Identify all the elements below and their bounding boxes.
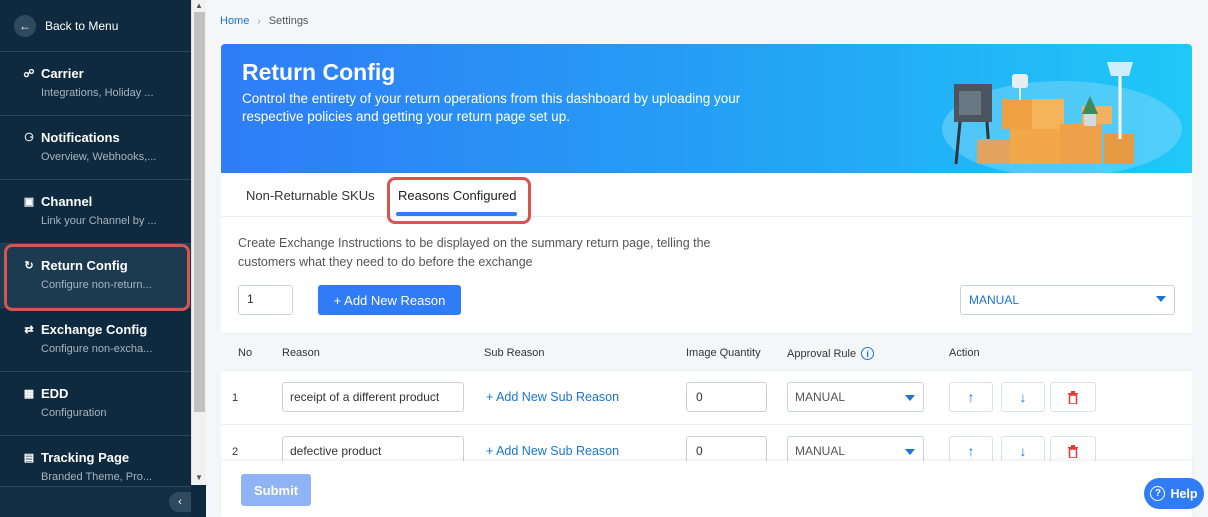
- arrow-down-icon: ↓: [1019, 443, 1027, 459]
- question-icon: ?: [1150, 486, 1166, 501]
- scrollbar-thumb[interactable]: [194, 12, 205, 412]
- sidebar-scrollbar[interactable]: ▲ ▼: [191, 0, 206, 485]
- main-content: Home › Settings Return Config Control th…: [206, 0, 1208, 517]
- arrow-down-icon: ↓: [1019, 389, 1027, 405]
- boxes-illustration: [942, 62, 1182, 173]
- arrow-left-icon: ←: [14, 14, 36, 37]
- approval-rule-value: MANUAL: [969, 293, 1020, 307]
- sidebar-item-exchange-config[interactable]: ⇄ Exchange Config Configure non-excha...: [0, 308, 191, 372]
- sidebar-item-subtitle: Integrations, Holiday ...: [41, 87, 154, 99]
- scroll-down-icon[interactable]: ▼: [195, 473, 203, 482]
- column-header-sub-reason: Sub Reason: [484, 347, 545, 359]
- carrier-icon: ☍: [23, 68, 35, 80]
- column-header-reason: Reason: [282, 347, 320, 359]
- sidebar-item-channel[interactable]: ▣ Channel Link your Channel by ...: [0, 180, 191, 244]
- reason-input[interactable]: receipt of a different product: [282, 382, 464, 412]
- sidebar-item-subtitle: Overview, Webhooks,...: [41, 151, 157, 163]
- move-up-button[interactable]: ↑: [949, 382, 993, 412]
- sidebar-item-edd[interactable]: ▦ EDD Configuration: [0, 372, 191, 436]
- collapse-sidebar-button[interactable]: ‹: [169, 492, 191, 512]
- back-to-menu-label: Back to Menu: [45, 18, 119, 33]
- caret-down-icon: [1156, 296, 1166, 302]
- tab-non-returnable-skus[interactable]: Non-Returnable SKUs: [246, 188, 375, 203]
- table-row: 1 receipt of a different product + Add N…: [221, 371, 1192, 425]
- row-approval-rule-value: MANUAL: [795, 444, 846, 458]
- row-number: 2: [232, 446, 239, 458]
- sidebar: ← Back to Menu ☍ Carrier Integrations, Ho…: [0, 0, 191, 517]
- column-header-no: No: [238, 347, 253, 359]
- active-item-highlight: [4, 244, 190, 311]
- delete-button[interactable]: [1050, 382, 1096, 412]
- breadcrumb-current: Settings: [268, 15, 309, 27]
- help-label: Help: [1170, 486, 1198, 501]
- row-number: 1: [232, 392, 239, 404]
- row-approval-rule-select[interactable]: MANUAL: [787, 382, 924, 412]
- move-down-button[interactable]: ↓: [1001, 382, 1045, 412]
- arrow-up-icon: ↑: [967, 443, 975, 459]
- tracking-icon: ▤: [23, 452, 35, 464]
- sidebar-item-label: Notifications: [41, 130, 120, 145]
- sidebar-footer-strip: [191, 485, 206, 517]
- add-sub-reason-link[interactable]: + Add New Sub Reason: [486, 390, 619, 404]
- sidebar-footer: ‹: [0, 486, 191, 517]
- breadcrumb-home-link[interactable]: Home: [220, 15, 249, 27]
- add-new-reason-button[interactable]: + Add New Reason: [318, 285, 461, 315]
- submit-button[interactable]: Submit: [241, 474, 311, 506]
- exchange-icon: ⇄: [24, 324, 34, 336]
- row-approval-rule-value: MANUAL: [795, 390, 846, 404]
- bell-icon: ⚆: [24, 132, 34, 144]
- page-title: Return Config: [242, 59, 396, 85]
- scroll-up-icon[interactable]: ▲: [195, 1, 203, 10]
- trash-icon: [1068, 390, 1078, 404]
- chevron-left-icon: ‹: [178, 496, 182, 508]
- trash-icon: [1068, 444, 1078, 458]
- table-header: No Reason Sub Reason Image Quantity Appr…: [221, 333, 1192, 371]
- page-description: Control the entirety of your return oper…: [242, 91, 741, 124]
- caret-down-icon: [905, 395, 915, 401]
- column-header-approval-rule-label: Approval Rule: [787, 347, 857, 360]
- chevron-right-icon: ›: [257, 15, 261, 27]
- sidebar-item-subtitle: Link your Channel by ...: [41, 215, 157, 227]
- breadcrumb: Home › Settings: [220, 15, 308, 27]
- info-icon[interactable]: i: [861, 347, 875, 360]
- sidebar-item-label: EDD: [41, 386, 69, 401]
- sidebar-item-subtitle: Branded Theme, Pro...: [41, 471, 153, 483]
- page-banner: Return Config Control the entirety of yo…: [221, 44, 1192, 173]
- column-header-image-quantity: Image Quantity: [686, 347, 761, 359]
- caret-down-icon: [905, 449, 915, 455]
- sidebar-item-label: Carrier: [41, 66, 84, 81]
- form-footer: Submit: [221, 461, 1192, 517]
- sidebar-item-subtitle: Configure non-excha...: [41, 343, 153, 355]
- image-quantity-input[interactable]: 0: [686, 382, 767, 412]
- column-header-action: Action: [949, 347, 980, 359]
- arrow-up-icon: ↑: [967, 389, 975, 405]
- reason-count-input[interactable]: 1: [238, 285, 293, 315]
- back-to-menu-button[interactable]: ← Back to Menu: [0, 0, 191, 52]
- column-header-approval-rule: Approval Rule i: [787, 347, 875, 360]
- sidebar-item-notifications[interactable]: ⚆ Notifications Overview, Webhooks,...: [0, 116, 191, 180]
- sidebar-item-carrier[interactable]: ☍ Carrier Integrations, Holiday ...: [0, 52, 191, 116]
- help-button[interactable]: ? Help: [1144, 478, 1204, 509]
- sidebar-item-subtitle: Configuration: [41, 407, 107, 419]
- sidebar-item-label: Exchange Config: [41, 322, 148, 337]
- approval-rule-select[interactable]: MANUAL: [960, 285, 1175, 315]
- instructions-text: Create Exchange Instructions to be displ…: [238, 236, 711, 269]
- sidebar-item-label: Tracking Page: [41, 450, 130, 465]
- calendar-icon: ▦: [23, 388, 35, 400]
- store-icon: ▣: [23, 196, 35, 208]
- config-tabs: Non-Returnable SKUs Reasons Configured: [221, 173, 1192, 224]
- active-tab-highlight: [387, 177, 531, 224]
- sidebar-item-label: Channel: [41, 194, 93, 209]
- add-sub-reason-link[interactable]: + Add New Sub Reason: [486, 444, 619, 458]
